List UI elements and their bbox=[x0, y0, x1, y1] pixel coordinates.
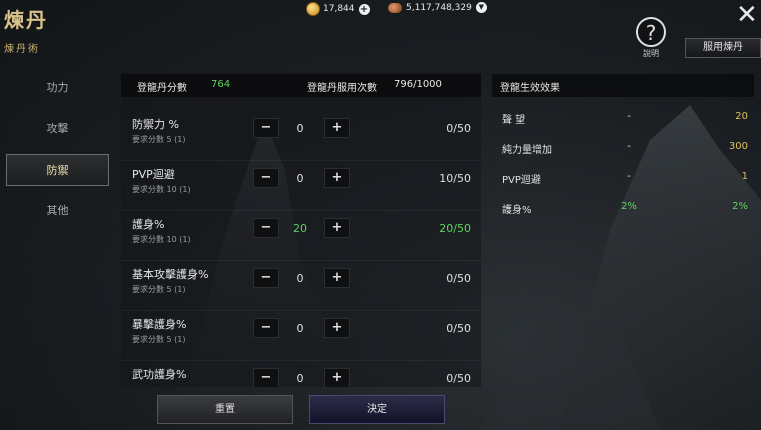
sidebar-item-other[interactable]: 其他 bbox=[6, 195, 109, 227]
effects-title: 登龍生效效果 bbox=[500, 83, 560, 94]
help-button[interactable]: ? bbox=[636, 17, 666, 47]
row-name: 護身% bbox=[132, 218, 165, 231]
increase-button[interactable]: + bbox=[324, 268, 350, 288]
effect-row: 純力量增加 - 300 bbox=[492, 138, 754, 158]
silver-amount: 5,117,748,329 bbox=[406, 2, 472, 13]
effect-value: 20 bbox=[735, 111, 748, 122]
row-value: 0 bbox=[296, 372, 304, 385]
effect-base: - bbox=[627, 111, 631, 122]
row-value: 0 bbox=[296, 272, 304, 285]
increase-button[interactable]: + bbox=[324, 318, 350, 338]
decrease-button[interactable]: − bbox=[253, 118, 279, 138]
effect-name: 護身% bbox=[502, 205, 532, 216]
gold-coin-icon bbox=[306, 2, 320, 16]
row-cap: 0/50 bbox=[446, 122, 471, 135]
silver-icon bbox=[388, 2, 402, 13]
help-label: 說明 bbox=[643, 49, 659, 58]
effect-row: 護身% 2% 2% bbox=[492, 198, 754, 218]
sidebar-item-attack[interactable]: 攻擊 bbox=[6, 113, 109, 145]
row-requirement: 要求分數 10 (1) bbox=[132, 185, 191, 194]
increase-button[interactable]: + bbox=[324, 118, 350, 138]
decrease-button[interactable]: − bbox=[253, 168, 279, 188]
stat-row-basic-attack-protection: 基本攻擊護身% 要求分數 5 (1) − 0 + 0/50 bbox=[121, 260, 481, 311]
silver-currency: 5,117,748,329 ▼ bbox=[388, 2, 487, 13]
decrease-button[interactable]: − bbox=[253, 218, 279, 238]
effects-header: 登龍生效效果 bbox=[492, 74, 754, 97]
close-icon[interactable]: ✕ bbox=[736, 2, 758, 28]
increase-button[interactable]: + bbox=[324, 168, 350, 188]
row-cap: 0/50 bbox=[446, 272, 471, 285]
row-name: 防禦力 % bbox=[132, 118, 179, 131]
decrease-button[interactable]: − bbox=[253, 368, 279, 387]
row-value: 0 bbox=[296, 122, 304, 135]
stat-row-defense: 防禦力 % 要求分數 5 (1) − 0 + 0/50 bbox=[121, 110, 481, 161]
row-requirement: 要求分數 5 (1) bbox=[132, 135, 186, 144]
gold-amount: 17,844 bbox=[323, 4, 355, 14]
stat-row-crit-protection: 暴擊護身% 要求分數 5 (1) − 0 + 0/50 bbox=[121, 310, 481, 361]
effect-name: PVP迴避 bbox=[502, 175, 541, 186]
increase-button[interactable]: + bbox=[324, 368, 350, 387]
effect-base: - bbox=[627, 141, 631, 152]
row-name: PVP迴避 bbox=[132, 168, 175, 181]
effect-name: 純力量增加 bbox=[502, 145, 552, 156]
effect-name: 聲 望 bbox=[502, 115, 526, 126]
row-name: 基本攻擊護身% bbox=[132, 268, 209, 281]
row-requirement: 要求分數 5 (1) bbox=[132, 285, 186, 294]
reset-button[interactable]: 重置 bbox=[157, 395, 293, 424]
effect-value: 300 bbox=[728, 141, 748, 152]
page-title: 煉丹 bbox=[4, 8, 48, 32]
effect-base: - bbox=[627, 171, 631, 182]
row-name: 武功護身% bbox=[132, 368, 187, 381]
uses-value: 796/1000 bbox=[394, 79, 442, 90]
row-requirement: 要求分數 5 (1) bbox=[132, 335, 186, 344]
stat-row-protection: 護身% 要求分數 10 (1) − 20 + 20/50 bbox=[121, 210, 481, 261]
row-cap: 10/50 bbox=[439, 172, 471, 185]
row-requirement: 要求分數 10 (1) bbox=[132, 235, 191, 244]
increase-button[interactable]: + bbox=[324, 218, 350, 238]
decrease-button[interactable]: − bbox=[253, 318, 279, 338]
effect-base: 2% bbox=[621, 201, 637, 212]
row-cap: 0/50 bbox=[446, 322, 471, 335]
effect-row: PVP迴避 - 1 bbox=[492, 168, 754, 188]
effect-value: 2% bbox=[732, 201, 748, 212]
stats-header: 登龍丹分數 764 登龍丹服用次數 796/1000 bbox=[121, 74, 481, 97]
effect-value: 1 bbox=[741, 171, 748, 182]
decrease-button[interactable]: − bbox=[253, 268, 279, 288]
question-icon: ? bbox=[645, 21, 657, 45]
stat-row-pvp-evade: PVP迴避 要求分數 10 (1) − 0 + 10/50 bbox=[121, 160, 481, 211]
row-value: 20 bbox=[293, 222, 307, 235]
row-cap: 20/50 bbox=[439, 222, 471, 235]
page-subtitle: 煉丹術 bbox=[4, 44, 40, 55]
effect-row: 聲 望 - 20 bbox=[492, 108, 754, 128]
use-alchemy-button[interactable]: 服用煉丹 bbox=[685, 38, 761, 58]
score-value: 764 bbox=[211, 79, 231, 90]
sidebar-item-power[interactable]: 功力 bbox=[6, 72, 109, 104]
confirm-button[interactable]: 決定 bbox=[309, 395, 445, 424]
score-label: 登龍丹分數 bbox=[137, 83, 187, 94]
add-gold-icon[interactable]: + bbox=[358, 3, 370, 15]
chevron-down-icon[interactable]: ▼ bbox=[475, 2, 487, 13]
uses-label: 登龍丹服用次數 bbox=[307, 83, 377, 94]
sidebar-item-defense[interactable]: 防禦 bbox=[6, 154, 109, 186]
gold-currency: 17,844 + bbox=[306, 2, 370, 16]
stat-row-skill-protection: 武功護身% − 0 + 0/50 bbox=[121, 360, 481, 387]
row-name: 暴擊護身% bbox=[132, 318, 187, 331]
row-value: 0 bbox=[296, 172, 304, 185]
row-value: 0 bbox=[296, 322, 304, 335]
row-cap: 0/50 bbox=[446, 372, 471, 385]
